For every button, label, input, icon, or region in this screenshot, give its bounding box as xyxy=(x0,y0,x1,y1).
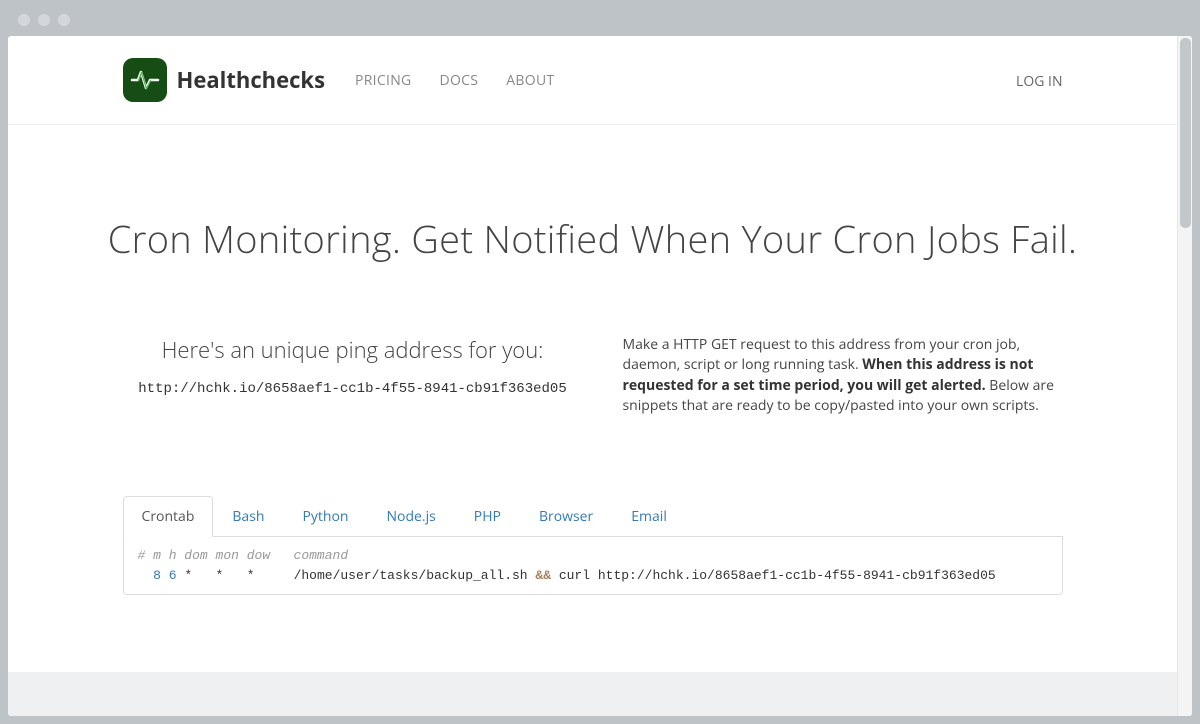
tabs: Crontab Bash Python Node.js PHP Browser … xyxy=(123,496,1063,537)
tab-bash[interactable]: Bash xyxy=(213,496,283,537)
window-controls xyxy=(8,8,1192,36)
logo-icon xyxy=(123,58,167,102)
window-maximize-dot[interactable] xyxy=(58,14,70,26)
nav-links: PRICING DOCS ABOUT xyxy=(355,71,554,90)
code-command-prefix: /home/user/tasks/backup_all.sh xyxy=(255,568,536,583)
window-close-dot[interactable] xyxy=(18,14,30,26)
hero: Cron Monitoring. Get Notified When Your … xyxy=(8,125,1177,335)
description-column: Make a HTTP GET request to this address … xyxy=(623,335,1063,416)
tab-email[interactable]: Email xyxy=(612,496,686,537)
code-command-suffix: curl http://hchk.io/8658aef1-cc1b-4f55-8… xyxy=(551,568,996,583)
tab-crontab[interactable]: Crontab xyxy=(123,496,214,537)
nav-docs[interactable]: DOCS xyxy=(440,71,479,90)
navbar-inner: Healthchecks PRICING DOCS ABOUT LOG IN xyxy=(123,58,1063,102)
two-column-section: Here's an unique ping address for you: h… xyxy=(123,335,1063,416)
browser-window: Healthchecks PRICING DOCS ABOUT LOG IN C… xyxy=(0,0,1200,724)
brand-name[interactable]: Healthchecks xyxy=(177,65,326,95)
tabs-section: Crontab Bash Python Node.js PHP Browser … xyxy=(123,496,1063,595)
code-operator: && xyxy=(535,568,551,583)
hero-headline: Cron Monitoring. Get Notified When Your … xyxy=(8,213,1177,265)
code-comment: # m h dom mon dow command xyxy=(138,548,349,563)
tab-browser[interactable]: Browser xyxy=(520,496,612,537)
code-hour: 6 xyxy=(169,568,177,583)
nav-pricing[interactable]: PRICING xyxy=(355,71,412,90)
nav-about[interactable]: ABOUT xyxy=(506,71,554,90)
scrollbar-thumb[interactable] xyxy=(1180,38,1191,228)
ping-url[interactable]: http://hchk.io/8658aef1-cc1b-4f55-8941-c… xyxy=(123,381,583,397)
tab-nodejs[interactable]: Node.js xyxy=(368,496,455,537)
nav-login[interactable]: LOG IN xyxy=(1016,72,1062,91)
nav-right: LOG IN xyxy=(1016,69,1062,91)
ping-column: Here's an unique ping address for you: h… xyxy=(123,335,583,416)
page: Healthchecks PRICING DOCS ABOUT LOG IN C… xyxy=(8,36,1177,716)
code-minute: 8 xyxy=(153,568,161,583)
window-minimize-dot[interactable] xyxy=(38,14,50,26)
tab-python[interactable]: Python xyxy=(283,496,367,537)
footer-band xyxy=(8,672,1192,716)
ping-heading: Here's an unique ping address for you: xyxy=(123,335,583,365)
scrollbar-track[interactable] xyxy=(1177,36,1192,716)
navbar: Healthchecks PRICING DOCS ABOUT LOG IN xyxy=(8,36,1177,125)
code-block[interactable]: # m h dom mon dow command 8 6 * * * /hom… xyxy=(123,537,1063,595)
code-schedule-rest: * * * xyxy=(177,568,255,583)
content-frame: Healthchecks PRICING DOCS ABOUT LOG IN C… xyxy=(8,36,1192,716)
tab-php[interactable]: PHP xyxy=(455,496,520,537)
